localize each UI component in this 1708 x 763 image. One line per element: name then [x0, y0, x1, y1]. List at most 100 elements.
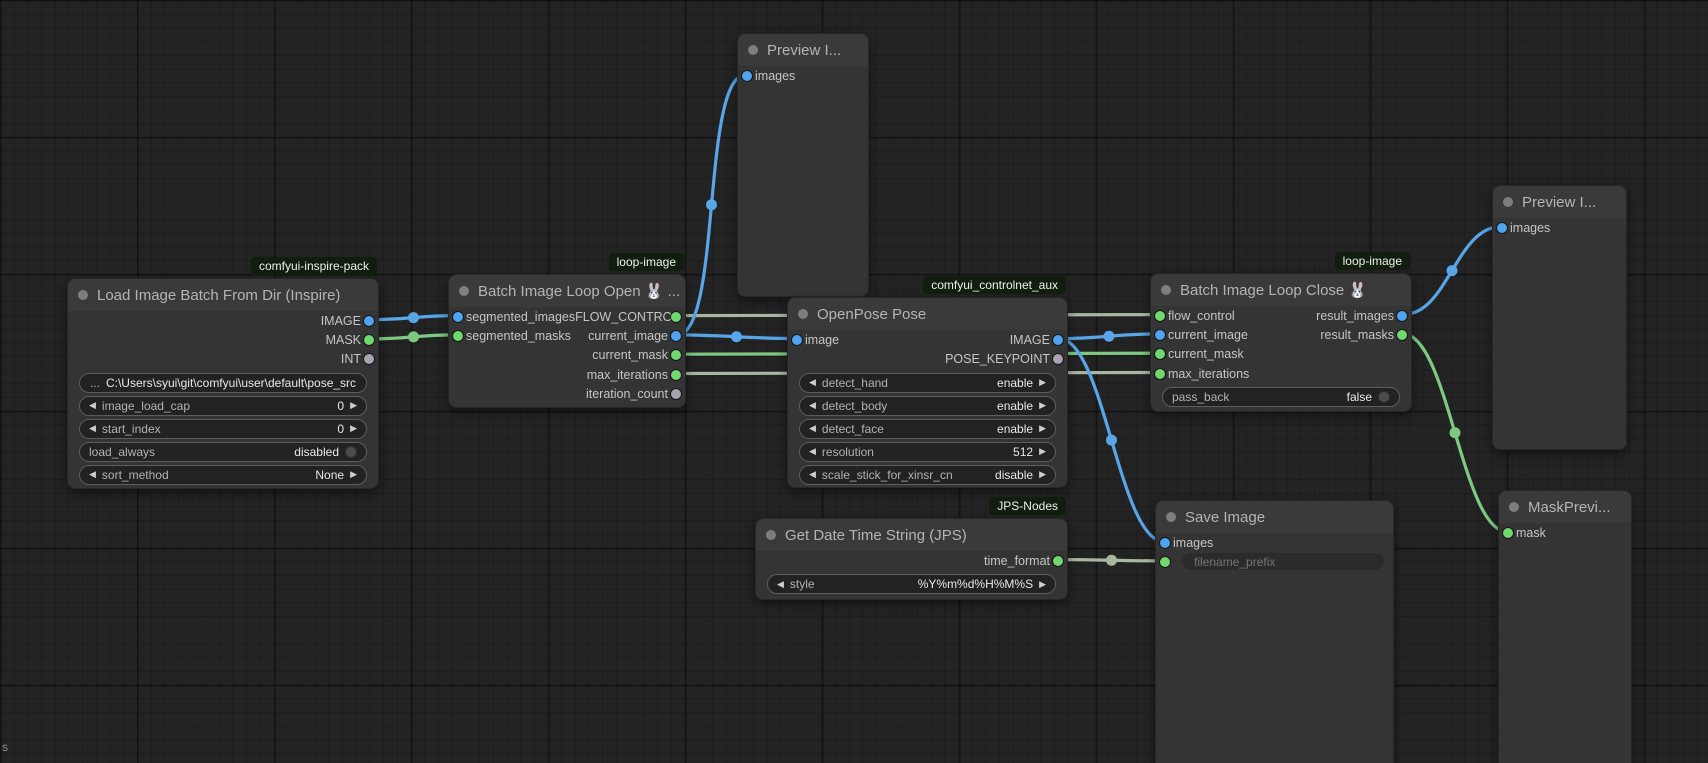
collapse-dot-icon[interactable] — [459, 286, 469, 296]
output-slot-IMAGE[interactable] — [364, 316, 374, 326]
widget-start_index[interactable]: start_index0 — [79, 419, 367, 439]
widget-detect_face[interactable]: detect_faceenable — [799, 419, 1056, 439]
node-preview_right[interactable]: Preview I...images — [1492, 185, 1627, 450]
node-graph-canvas[interactable]: comfyui-inspire-packLoad Image Batch Fro… — [0, 0, 1708, 763]
widget-text[interactable]: ...C:\Users\syui\git\comfyui\user\defaul… — [79, 373, 367, 393]
collapse-dot-icon[interactable] — [1161, 285, 1171, 295]
node-title-bar[interactable]: Load Image Batch From Dir (Inspire) — [68, 279, 378, 311]
node-title-bar[interactable]: Preview I... — [1493, 186, 1626, 218]
link-midpoint-dot[interactable] — [1447, 265, 1458, 276]
collapse-dot-icon[interactable] — [1166, 512, 1176, 522]
widget-label: style — [790, 577, 815, 591]
widget-value: false — [1347, 390, 1372, 404]
link-midpoint-dot[interactable] — [1104, 331, 1115, 342]
input-slot-current_image[interactable] — [1155, 330, 1165, 340]
output-slot-INT[interactable] — [364, 354, 374, 364]
node-title-bar[interactable]: Preview I... — [738, 34, 868, 66]
output-label: IMAGE — [321, 314, 361, 328]
link-midpoint-dot[interactable] — [1106, 435, 1117, 446]
widget-style[interactable]: style%Y%m%d%H%M%S — [767, 574, 1056, 594]
input-label: mask — [1516, 526, 1546, 540]
node-title: Batch Image Loop Open 🐰 ... — [478, 282, 680, 300]
node-title-bar[interactable]: Batch Image Loop Close 🐰 — [1151, 274, 1411, 306]
output-label: INT — [341, 352, 361, 366]
input-slot-images[interactable] — [1497, 223, 1507, 233]
node-title-bar[interactable]: MaskPrevi... — [1499, 491, 1631, 523]
output-slot-FLOW_CONTROL[interactable] — [671, 312, 681, 322]
collapse-dot-icon[interactable] — [78, 290, 88, 300]
toggle-knob-icon[interactable] — [1378, 391, 1390, 403]
input-slot-images[interactable] — [1160, 538, 1170, 548]
output-slot-max_iterations[interactable] — [671, 370, 681, 380]
input-slot-images[interactable] — [742, 71, 752, 81]
node-get_datetime[interactable]: JPS-NodesGet Date Time String (JPS)time_… — [755, 518, 1068, 600]
input-slot-mask[interactable] — [1503, 528, 1513, 538]
node-mask_preview[interactable]: MaskPrevi... mask — [1498, 490, 1632, 763]
output-label: result_images — [1316, 309, 1394, 323]
input-slot-current_mask[interactable] — [1155, 349, 1165, 359]
collapse-dot-icon[interactable] — [1509, 502, 1519, 512]
node-source-badge: comfyui_controlnet_aux — [923, 276, 1066, 294]
slot-row: images — [1493, 218, 1626, 237]
widget-label: scale_stick_for_xinsr_cn — [822, 468, 953, 482]
widget-label: ... — [90, 376, 100, 390]
node-loop_close[interactable]: loop-imageBatch Image Loop Close 🐰flow_c… — [1150, 273, 1412, 412]
output-slot-time_format[interactable] — [1053, 556, 1063, 566]
link-midpoint-dot[interactable] — [731, 331, 742, 342]
output-slot-MASK[interactable] — [364, 335, 374, 345]
input-slot-max_iterations[interactable] — [1155, 369, 1165, 379]
link-midpoint-dot[interactable] — [408, 331, 419, 342]
node-title-bar[interactable]: OpenPose Pose — [788, 298, 1067, 330]
widget-image_load_cap[interactable]: image_load_cap0 — [79, 396, 367, 416]
node-load_batch[interactable]: comfyui-inspire-packLoad Image Batch Fro… — [67, 278, 379, 489]
link-midpoint-dot[interactable] — [1450, 427, 1461, 438]
widget-load_always[interactable]: load_alwaysdisabled — [79, 442, 367, 462]
toggle-knob-icon[interactable] — [345, 446, 357, 458]
output-label: IMAGE — [1010, 333, 1050, 347]
collapse-dot-icon[interactable] — [1503, 197, 1513, 207]
node-preview_top[interactable]: Preview I...images — [737, 33, 869, 297]
output-slot-current_image[interactable] — [671, 331, 681, 341]
node-loop_open[interactable]: loop-imageBatch Image Loop Open 🐰 ...seg… — [448, 274, 686, 408]
widget-label: resolution — [822, 445, 874, 459]
widget-detect_body[interactable]: detect_bodyenable — [799, 396, 1056, 416]
link-midpoint-dot[interactable] — [706, 199, 717, 210]
corner-text: s — [2, 740, 8, 754]
input-label: current_image — [1168, 328, 1248, 342]
output-slot-POSE_KEYPOINT[interactable] — [1053, 354, 1063, 364]
input-widget-filename_prefix[interactable]: filename_prefix — [1182, 553, 1384, 570]
slot-row: MASK — [68, 330, 378, 349]
input-slot-segmented_images[interactable] — [453, 312, 463, 322]
node-title-bar[interactable]: Save Image — [1156, 501, 1393, 533]
collapse-dot-icon[interactable] — [798, 309, 808, 319]
link-midpoint-dot[interactable] — [1106, 555, 1117, 566]
link-midpoint-dot[interactable] — [408, 312, 419, 323]
collapse-dot-icon[interactable] — [766, 530, 776, 540]
collapse-dot-icon[interactable] — [748, 45, 758, 55]
input-slot-segmented_masks[interactable] — [453, 331, 463, 341]
output-slot-iteration_count[interactable] — [671, 389, 681, 399]
widget-resolution[interactable]: resolution512 — [799, 442, 1056, 462]
widget-scale_stick_for_xinsr_cn[interactable]: scale_stick_for_xinsr_cndisable — [799, 465, 1056, 485]
input-slot-flow_control[interactable] — [1155, 311, 1165, 321]
output-slot-result_masks[interactable] — [1397, 330, 1407, 340]
slot-row: mask — [1499, 523, 1631, 542]
output-slot-current_mask[interactable] — [671, 350, 681, 360]
node-title-bar[interactable]: Batch Image Loop Open 🐰 ... — [449, 275, 685, 307]
output-slot-result_images[interactable] — [1397, 311, 1407, 321]
widget-detect_hand[interactable]: detect_handenable — [799, 373, 1056, 393]
input-label: flow_control — [1168, 309, 1235, 323]
widget-value: enable — [997, 422, 1033, 436]
slot-row: time_format — [756, 551, 1067, 570]
node-title-bar[interactable]: Get Date Time String (JPS) — [756, 519, 1067, 551]
node-title: Load Image Batch From Dir (Inspire) — [97, 287, 340, 304]
widget-sort_method[interactable]: sort_methodNone — [79, 465, 367, 485]
output-slot-IMAGE[interactable] — [1053, 335, 1063, 345]
widget-pass_back[interactable]: pass_backfalse — [1162, 387, 1400, 407]
node-openpose[interactable]: comfyui_controlnet_auxOpenPose Poseimage… — [787, 297, 1068, 488]
input-slot-filename_prefix[interactable] — [1160, 557, 1170, 567]
slot-row: flow_control result_images — [1151, 306, 1411, 325]
node-save_image[interactable]: Save Imageimagesfilename_prefix — [1155, 500, 1394, 763]
input-slot-image[interactable] — [792, 335, 802, 345]
output-label: max_iterations — [587, 368, 668, 382]
